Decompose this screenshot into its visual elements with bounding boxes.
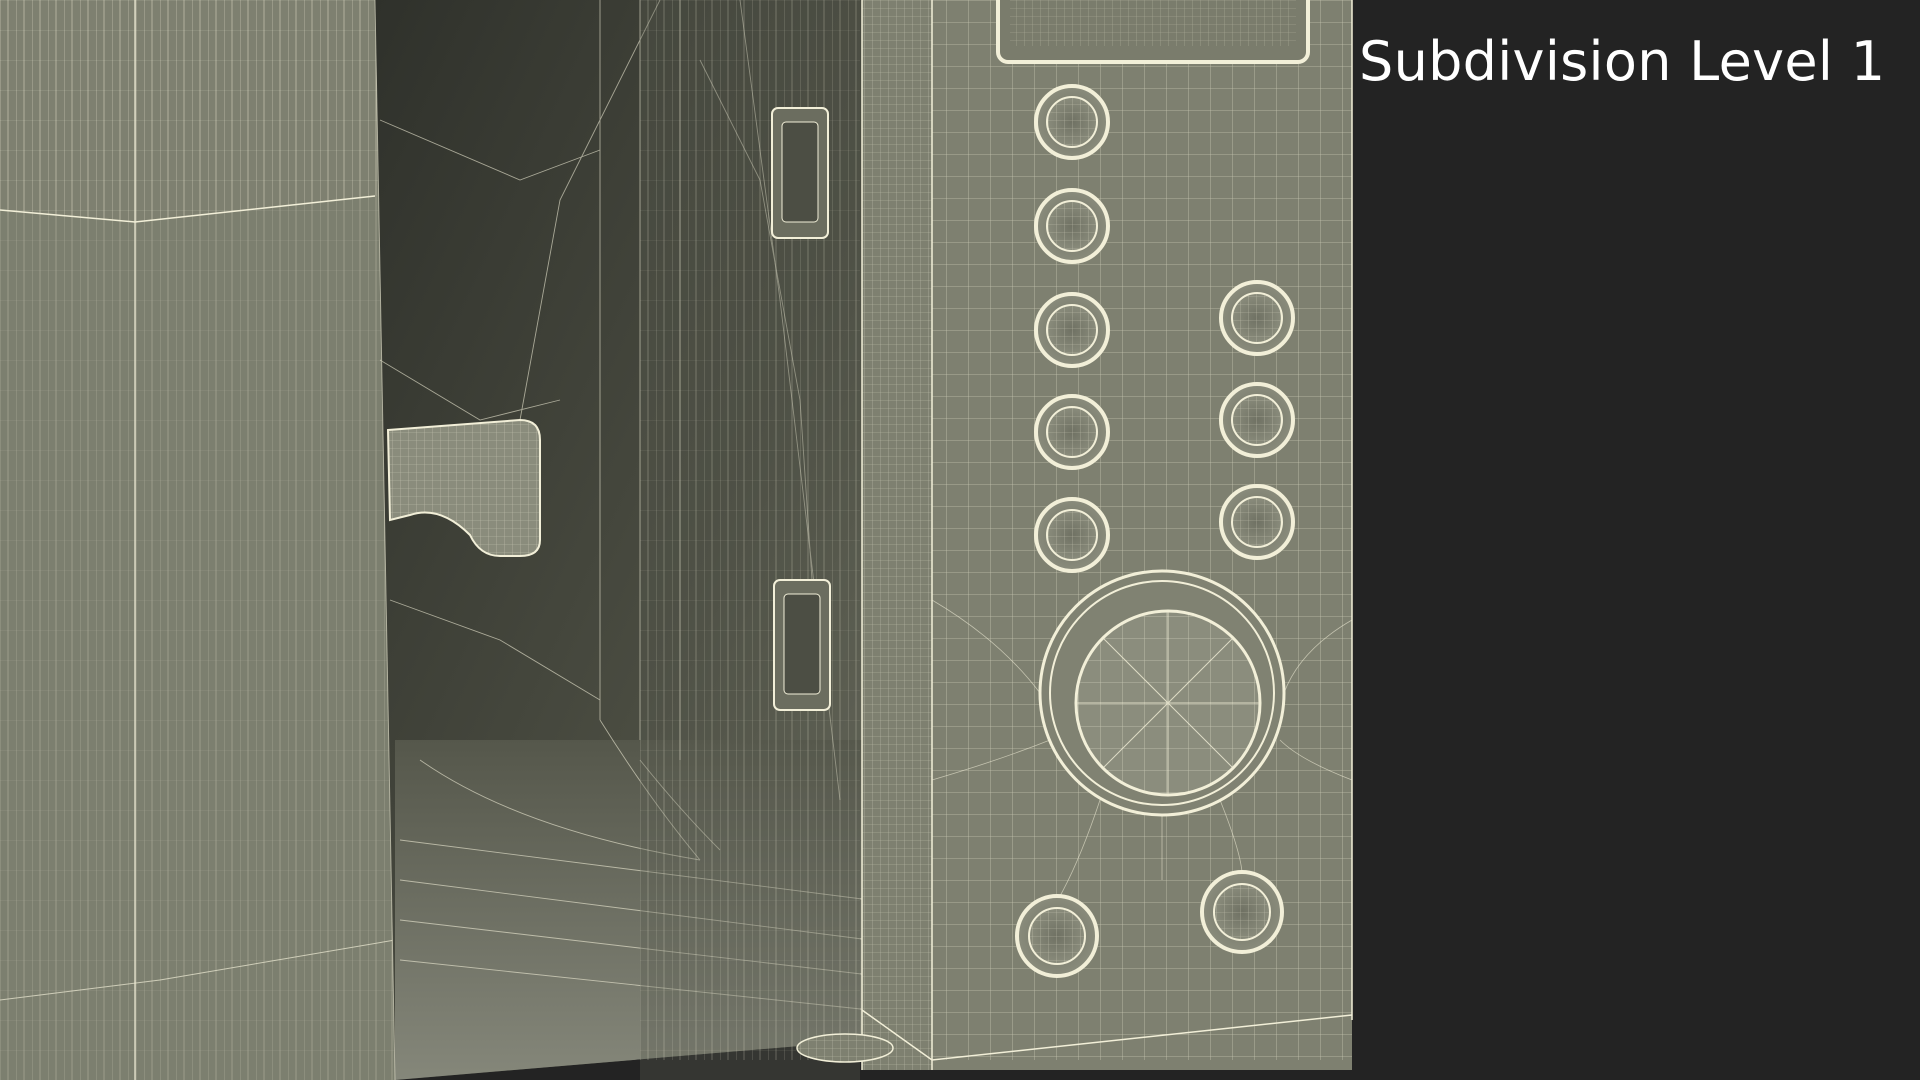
- button-1: [1034, 84, 1110, 160]
- viewport: Subdivision Level 1: [0, 0, 1920, 1080]
- subdivision-level-label: Subdivision Level 1: [1359, 30, 1886, 93]
- wireframe-render: [0, 0, 1920, 1080]
